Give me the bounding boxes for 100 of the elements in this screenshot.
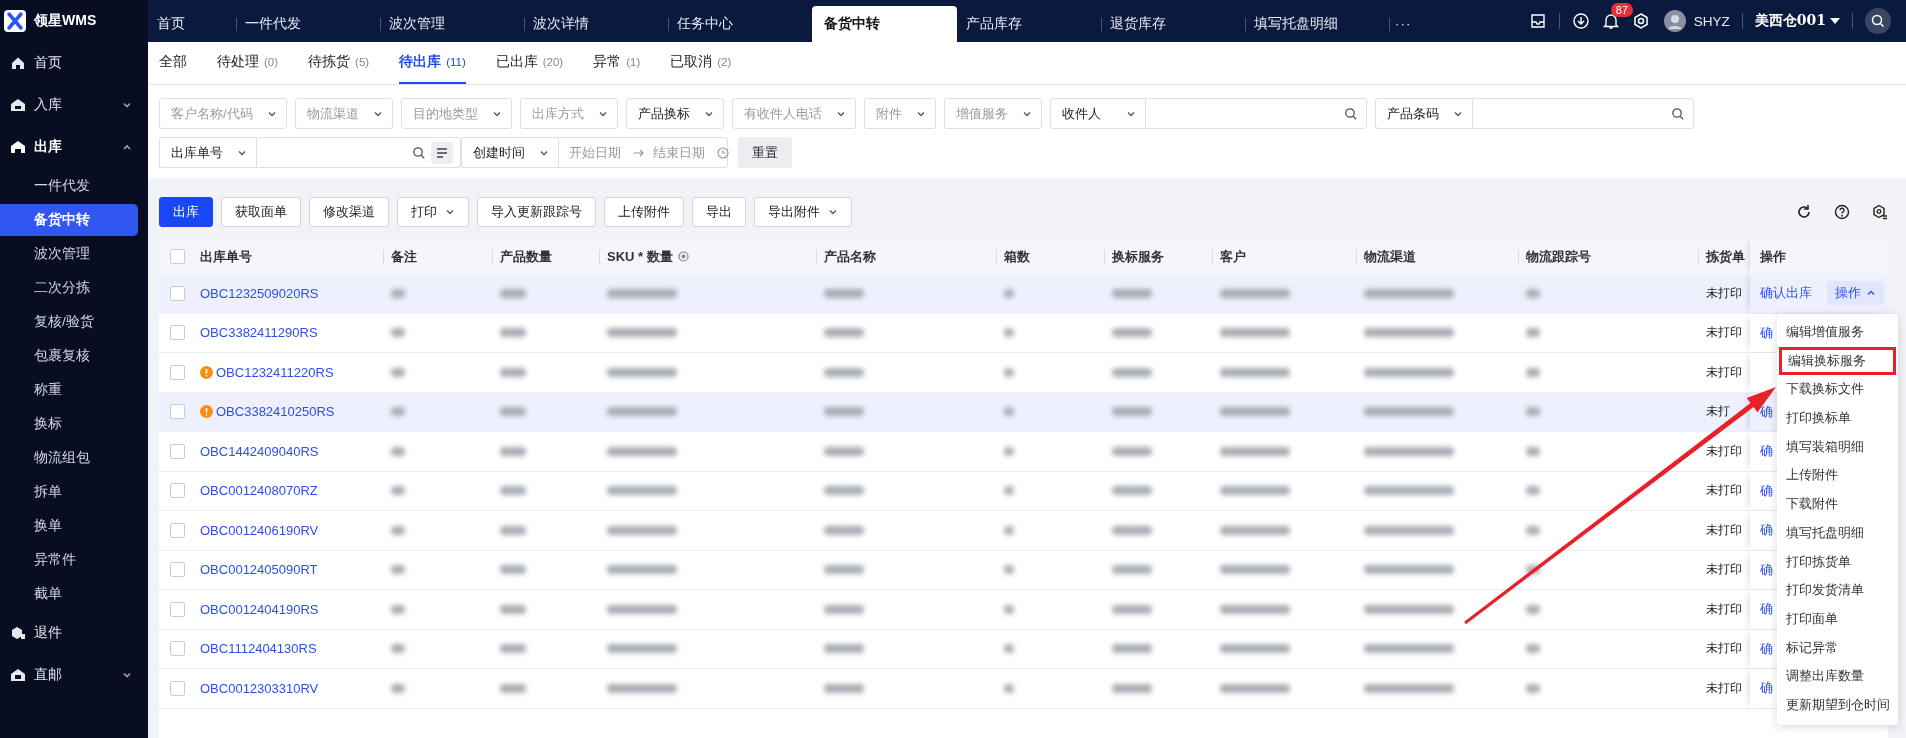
order-link[interactable]: OBC0012406190RV (200, 522, 319, 538)
confirm-link[interactable]: 确 (1760, 442, 1773, 461)
reset-button[interactable]: 重置 (738, 137, 792, 168)
settings-icon[interactable] (1631, 12, 1650, 30)
toolbar-button[interactable]: 出库 (159, 197, 213, 227)
dropdown-select[interactable]: 创建时间 (461, 137, 558, 168)
menu-item[interactable]: 下载附件 (1777, 490, 1898, 519)
sidebar-item[interactable]: 包裹复核 (0, 340, 138, 372)
order-link[interactable]: OBC0012405090RT (200, 562, 318, 578)
checkbox[interactable] (170, 522, 185, 538)
order-link[interactable]: OBC3382411290RS (200, 325, 318, 341)
warehouse-selector[interactable]: 美西仓001 (1754, 12, 1840, 30)
checkbox[interactable] (170, 364, 185, 380)
confirm-link[interactable]: 确 (1760, 679, 1773, 698)
checkbox[interactable] (170, 483, 185, 499)
sidebar-item[interactable]: 一件代发 (0, 170, 138, 202)
confirm-link[interactable]: 确 (1760, 600, 1773, 619)
search-icon[interactable] (1865, 8, 1891, 34)
sidebar-item[interactable]: 换标 (0, 408, 138, 440)
status-tab[interactable]: 全部 (159, 42, 187, 84)
sidebar-item[interactable]: 入库 (0, 84, 148, 126)
sidebar-item[interactable]: 二次分拣 (0, 272, 138, 304)
nav-tab[interactable]: 产品库存 (957, 6, 1101, 42)
status-tab[interactable]: 异常 (1) (593, 42, 641, 84)
menu-item[interactable]: 上传附件 (1777, 461, 1898, 491)
menu-item[interactable]: 打印面单 (1777, 604, 1898, 634)
sidebar-item[interactable]: 称重 (0, 374, 138, 406)
sidebar-item[interactable]: 物流组包 (0, 442, 138, 474)
order-link[interactable]: OBC3382410250RS (216, 404, 335, 420)
menu-item[interactable]: 编辑换标服务 (1779, 346, 1896, 376)
settings-icon[interactable] (1872, 204, 1888, 220)
start-date-field[interactable]: 开始日期 (567, 144, 627, 161)
user-name[interactable]: SHYZ (1693, 13, 1730, 29)
toolbar-button[interactable]: 导出 (692, 197, 746, 227)
sidebar-item[interactable]: 备货中转 (0, 204, 138, 236)
menu-item[interactable]: 打印拣货单 (1777, 547, 1898, 577)
menu-item[interactable]: 调整出库数量 (1777, 662, 1898, 691)
sidebar-item[interactable]: 截单 (0, 578, 138, 610)
search-field[interactable] (1144, 98, 1367, 129)
sidebar-item[interactable]: 复核/验货 (0, 306, 138, 338)
dropdown-select[interactable]: 产品换标 (625, 98, 724, 129)
sidebar-item[interactable]: 换单 (0, 510, 138, 542)
checkbox[interactable] (170, 601, 185, 617)
action-button[interactable]: 操作 (1827, 281, 1884, 306)
menu-item[interactable]: 打印发货清单 (1777, 576, 1898, 605)
avatar-icon[interactable] (1663, 10, 1686, 32)
list-icon[interactable] (431, 141, 453, 164)
sidebar-item[interactable]: 波次管理 (0, 238, 138, 270)
order-link[interactable]: OBC1232411220RS (216, 364, 334, 380)
confirm-link[interactable]: 确 (1760, 639, 1773, 658)
order-link[interactable]: OBC0012303310RV (200, 680, 319, 696)
checkbox[interactable] (170, 249, 185, 264)
menu-item[interactable]: 编辑增值服务 (1777, 318, 1898, 347)
end-date-field[interactable]: 结束日期 (651, 144, 711, 161)
checkbox[interactable] (170, 641, 185, 657)
sidebar-item[interactable]: 出库 (0, 126, 148, 168)
status-tab[interactable]: 待处理 (0) (217, 42, 279, 84)
confirm-link[interactable]: 确 (1760, 481, 1773, 500)
toolbar-button[interactable]: 打印 (397, 197, 469, 227)
order-link[interactable]: OBC1232509020RS (200, 285, 319, 301)
refresh-icon[interactable] (1796, 204, 1812, 220)
order-link[interactable]: OBC0012404190RS (200, 601, 319, 617)
status-tab[interactable]: 已出库 (20) (495, 42, 564, 84)
dropdown-select[interactable]: 出库单号 (159, 137, 256, 168)
search-field[interactable] (1471, 98, 1694, 129)
checkbox[interactable] (170, 562, 185, 578)
toolbar-button[interactable]: 导入更新跟踪号 (477, 197, 596, 227)
menu-item[interactable]: 填写托盘明细 (1777, 518, 1898, 548)
menu-item[interactable]: 更新期望到仓时间 (1777, 690, 1898, 720)
sidebar-item[interactable]: 拆单 (0, 476, 138, 508)
checkbox[interactable] (170, 443, 185, 459)
order-link[interactable]: OBC0012408070RZ (200, 483, 318, 499)
order-link[interactable]: OBC1112404130RS (200, 641, 317, 657)
sidebar-item[interactable]: 异常件 (0, 544, 138, 576)
menu-item[interactable]: 填写装箱明细 (1777, 432, 1898, 462)
toolbar-button[interactable]: 上传附件 (604, 197, 684, 227)
date-range-picker[interactable]: 开始日期 结束日期 (558, 137, 728, 168)
help-icon[interactable] (1834, 204, 1850, 220)
menu-item[interactable]: 标记异常 (1777, 633, 1898, 663)
menu-item[interactable]: 打印换标单 (1777, 404, 1898, 433)
dropdown-select[interactable]: 收件人 (1049, 98, 1145, 129)
toolbar-button[interactable]: 导出附件 (754, 197, 852, 227)
order-link[interactable]: OBC1442409040RS (200, 443, 319, 459)
checkbox[interactable] (170, 325, 185, 341)
status-tab[interactable]: 待拣货 (5) (308, 42, 370, 84)
toolbar-button[interactable]: 获取面单 (221, 197, 301, 227)
nav-tab[interactable]: 首页 (148, 6, 236, 42)
bell-icon[interactable] (1601, 12, 1620, 30)
confirm-link[interactable]: 确 (1760, 323, 1773, 342)
nav-tab[interactable]: 备货中转 (812, 6, 957, 42)
inbox-icon[interactable] (1528, 12, 1547, 30)
confirm-link[interactable]: 确 (1760, 521, 1773, 540)
sidebar-item[interactable]: 退件 (0, 612, 148, 654)
checkbox[interactable] (170, 285, 185, 301)
confirm-link[interactable]: 确认出库 (1760, 284, 1812, 303)
checkbox[interactable] (170, 680, 185, 696)
menu-item[interactable]: 下载换标文件 (1777, 375, 1898, 405)
sidebar-item[interactable]: 首页 (0, 42, 148, 84)
confirm-link[interactable]: 确 (1760, 560, 1773, 579)
confirm-link[interactable]: 确 (1760, 402, 1773, 421)
